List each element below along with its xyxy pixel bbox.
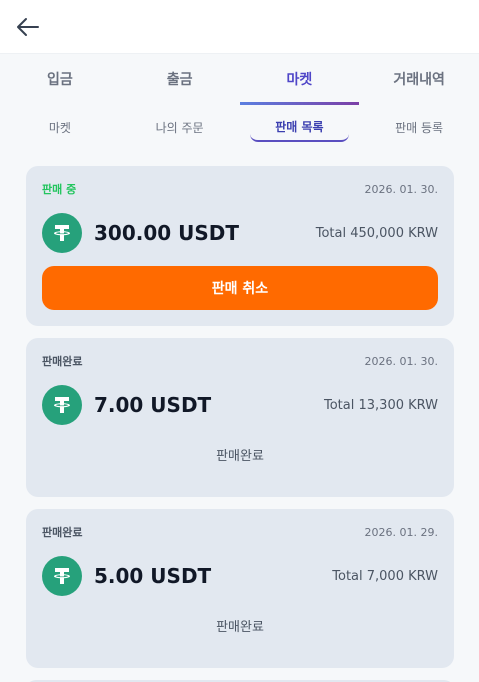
cancel-sale-button[interactable]: 판매 취소 [42, 266, 438, 310]
listing-total: Total 7,000 KRW [332, 568, 438, 584]
sale-complete-label: 판매완료 [216, 449, 264, 464]
sale-complete-label: 판매완료 [216, 620, 264, 635]
subtab-sell-register[interactable]: 판매 등록 [369, 112, 469, 142]
sub-tabs: 마켓 나의 주문 판매 목록 판매 등록 [0, 104, 479, 150]
listing-amount: 7.00 USDT [94, 393, 212, 417]
tab-label: 입금 [46, 72, 73, 88]
subtab-my-orders[interactable]: 나의 주문 [130, 112, 230, 142]
tether-icon [42, 213, 82, 253]
tab-deposit[interactable]: 입금 [0, 54, 120, 104]
status-badge: 판매완료 [42, 355, 83, 368]
subtab-market[interactable]: 마켓 [10, 112, 110, 142]
subtab-label: 나의 주문 [155, 120, 204, 135]
sell-listing-list: 판매 중 2026. 01. 30. 300.00 USDT Total 450… [26, 166, 454, 682]
listing-total: Total 13,300 KRW [324, 397, 438, 413]
listing-amount: 5.00 USDT [94, 564, 212, 588]
listing-amount-row: 300.00 USDT Total 450,000 KRW [42, 212, 438, 254]
listing-amount: 300.00 USDT [94, 221, 240, 245]
listing-date: 2026. 01. 29. [364, 525, 438, 539]
listing-card: 판매 중 2026. 01. 30. 300.00 USDT Total 450… [26, 166, 454, 326]
listing-amount-row: 5.00 USDT Total 7,000 KRW [42, 555, 438, 597]
tab-withdraw[interactable]: 출금 [120, 54, 240, 104]
tab-history[interactable]: 거래내역 [359, 54, 479, 104]
listing-date: 2026. 01. 30. [364, 182, 438, 196]
tether-icon [42, 556, 82, 596]
tab-label: 출금 [166, 72, 193, 88]
listing-header: 판매 중 2026. 01. 30. [42, 166, 438, 212]
tab-label: 거래내역 [393, 72, 445, 88]
tab-market[interactable]: 마켓 [239, 54, 360, 105]
listing-total: Total 450,000 KRW [315, 225, 438, 241]
tab-label: 마켓 [286, 72, 313, 88]
listing-date: 2026. 01. 30. [364, 354, 438, 368]
listing-card: 판매완료 2026. 01. 29. 5.00 USDT Total 7,000… [26, 509, 454, 668]
subtab-label: 마켓 [48, 120, 71, 135]
status-badge: 판매 중 [42, 183, 77, 196]
tether-icon [42, 385, 82, 425]
listing-header: 판매완료 2026. 01. 30. [42, 338, 438, 384]
listing-amount-row: 7.00 USDT Total 13,300 KRW [42, 384, 438, 426]
subtab-sell-list[interactable]: 판매 목록 [249, 112, 350, 142]
main-tabs: 입금 출금 마켓 거래내역 [0, 54, 479, 105]
arrow-left-icon[interactable] [14, 13, 42, 41]
top-bar [0, 0, 479, 54]
listing-card: 판매완료 2026. 01. 30. 7.00 USDT Total 13,30… [26, 338, 454, 497]
subtab-label: 판매 등록 [395, 120, 444, 135]
listing-header: 판매완료 2026. 01. 29. [42, 509, 438, 555]
subtab-label: 판매 목록 [275, 119, 324, 134]
status-badge: 판매완료 [42, 526, 83, 539]
